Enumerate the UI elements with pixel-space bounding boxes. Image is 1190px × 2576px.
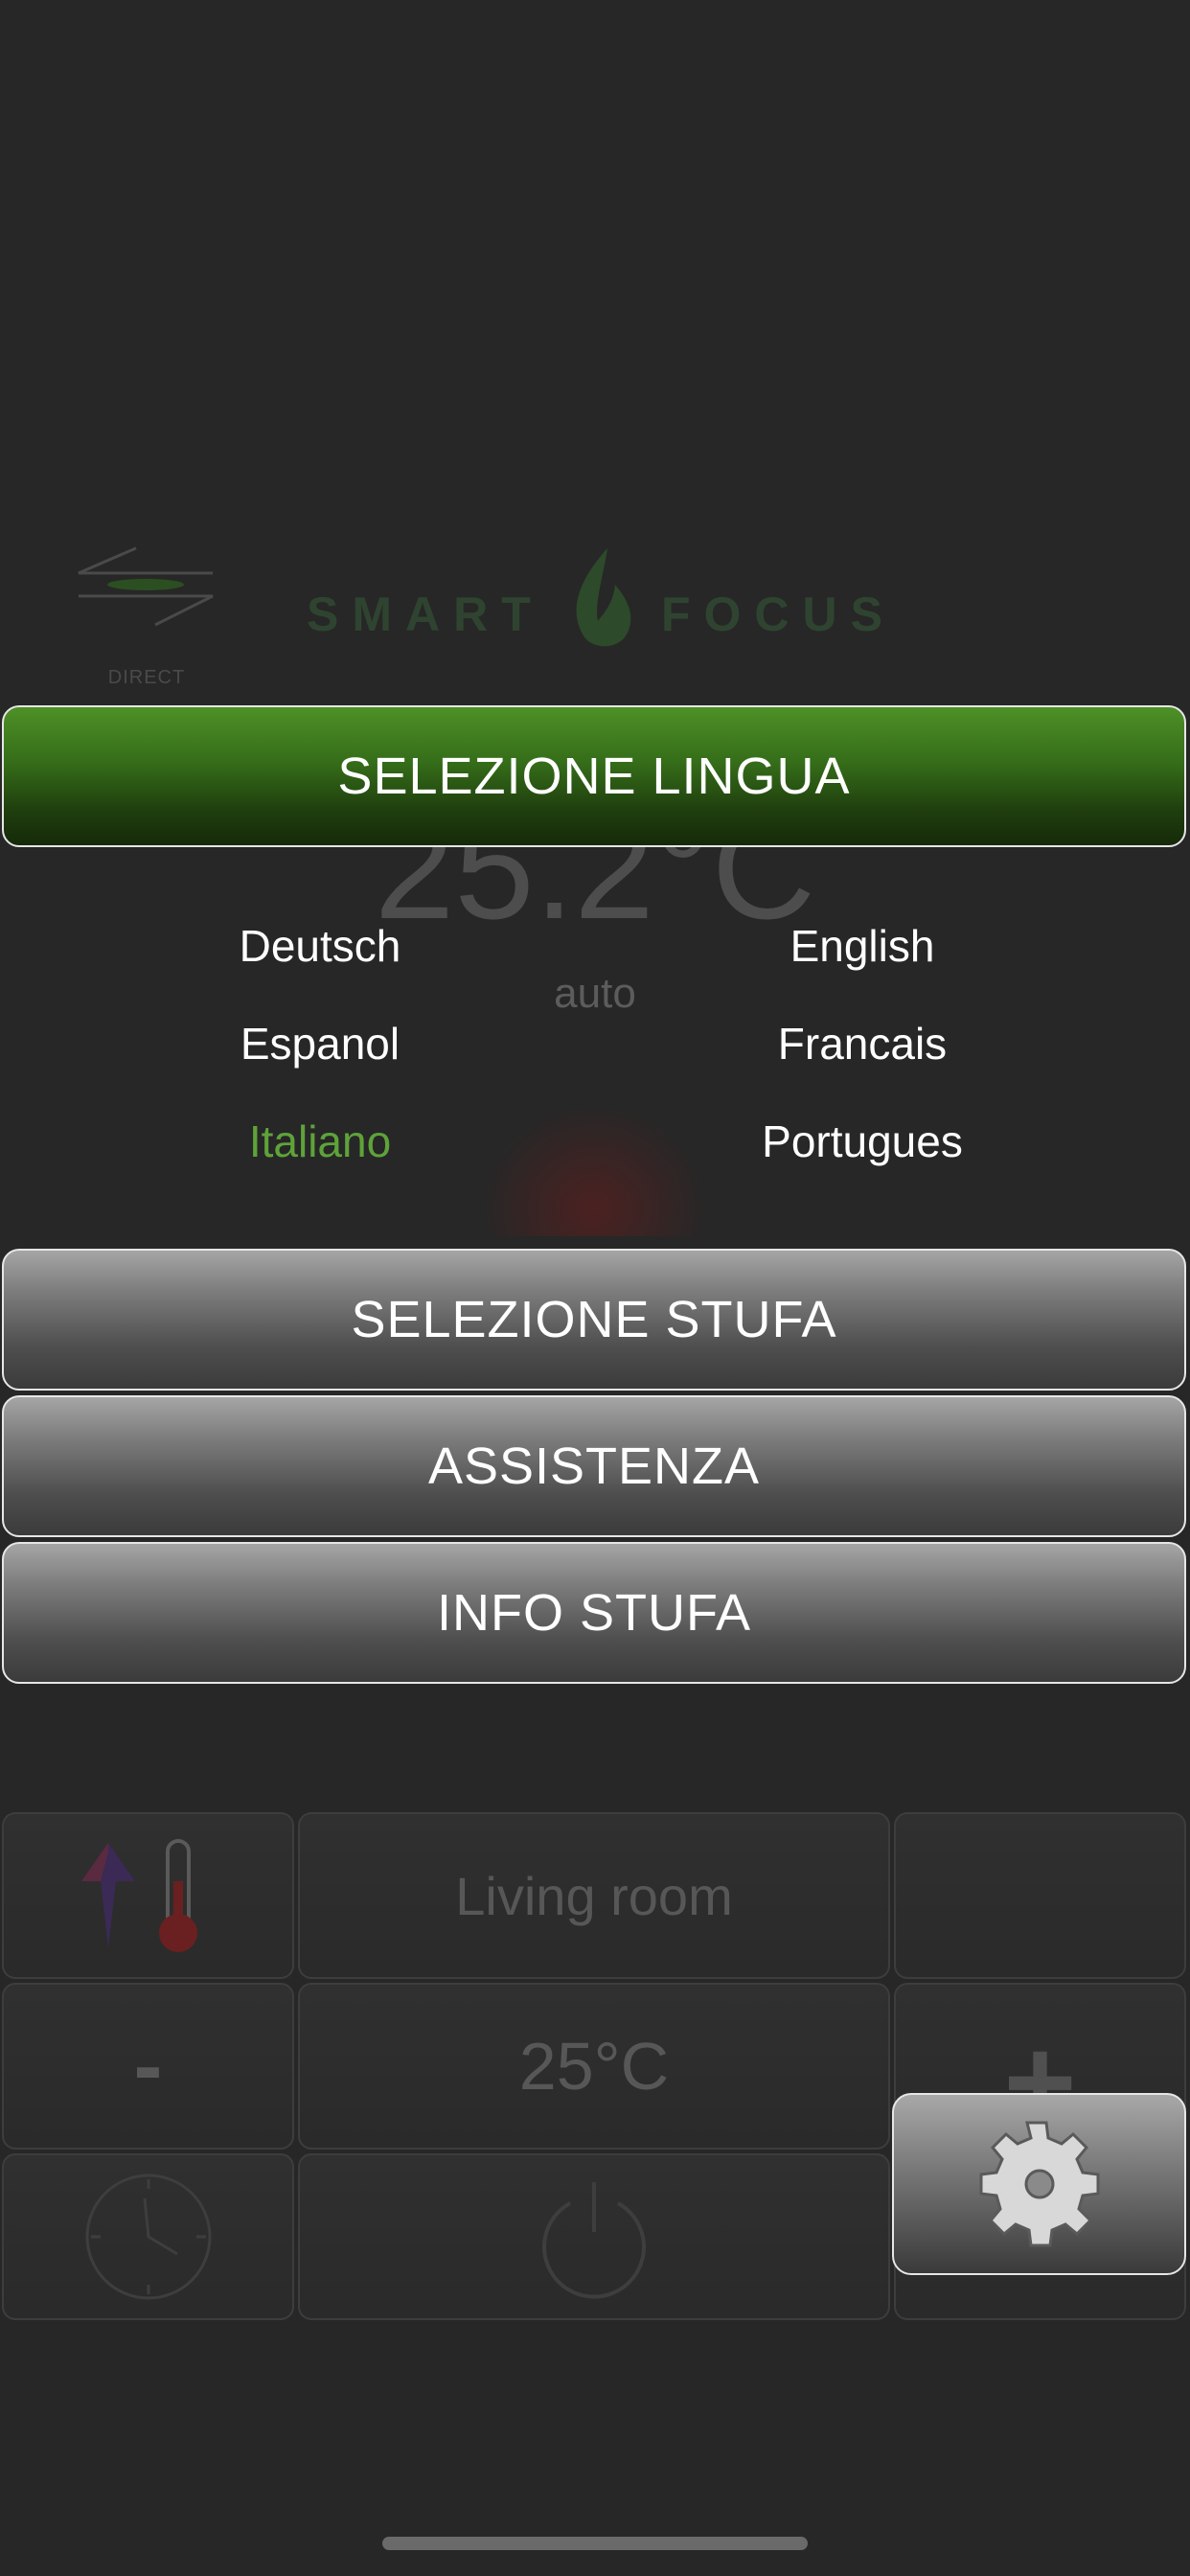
- brand-text-focus: FOCUS: [661, 587, 896, 641]
- language-english[interactable]: English: [671, 920, 1054, 972]
- flame-leaf-icon: [576, 548, 631, 647]
- brand-text-smart: SMART: [307, 587, 544, 641]
- language-italiano[interactable]: Italiano: [128, 1116, 512, 1167]
- mode-label: auto: [554, 970, 636, 1017]
- direct-arrows-icon: [78, 546, 214, 627]
- settings-button[interactable]: [892, 2093, 1186, 2275]
- language-selection-header[interactable]: SELEZIONE LINGUA: [2, 705, 1186, 847]
- room-name-cell[interactable]: Living room: [298, 1812, 890, 1979]
- clock-icon: [85, 2174, 211, 2300]
- language-deutsch[interactable]: Deutsch: [128, 920, 512, 972]
- language-portugues[interactable]: Portugues: [671, 1116, 1054, 1167]
- target-temperature-cell: 25°C: [298, 1983, 890, 2150]
- assistance-label: ASSISTENZA: [427, 1438, 761, 1495]
- thermostat-mode-button[interactable]: [2, 1812, 294, 1979]
- empty-cell: [894, 1812, 1186, 1979]
- language-espanol[interactable]: Espanol: [128, 1018, 512, 1070]
- stove-info-button[interactable]: INFO STUFA: [2, 1542, 1186, 1684]
- minus-label: -: [133, 2017, 163, 2114]
- direct-label: DIRECT: [107, 667, 186, 688]
- language-francais[interactable]: Francais: [671, 1018, 1054, 1070]
- decrease-temperature-button[interactable]: -: [2, 1983, 294, 2150]
- power-icon: [542, 2182, 646, 2299]
- stove-info-label: INFO STUFA: [436, 1584, 751, 1642]
- language-selection-label: SELEZIONE LINGUA: [337, 748, 851, 805]
- gear-icon: [979, 2121, 1099, 2247]
- assistance-button[interactable]: ASSISTENZA: [2, 1395, 1186, 1537]
- stove-selection-label: SELEZIONE STUFA: [351, 1291, 837, 1348]
- thermometer-arrow-icon: [80, 1839, 197, 1952]
- home-indicator: [382, 2537, 808, 2550]
- room-name: Living room: [455, 1865, 733, 1926]
- timer-button[interactable]: [2, 2153, 294, 2320]
- stove-selection-button[interactable]: SELEZIONE STUFA: [2, 1249, 1186, 1391]
- target-temperature: 25°C: [518, 2029, 670, 2104]
- power-button[interactable]: [298, 2153, 890, 2320]
